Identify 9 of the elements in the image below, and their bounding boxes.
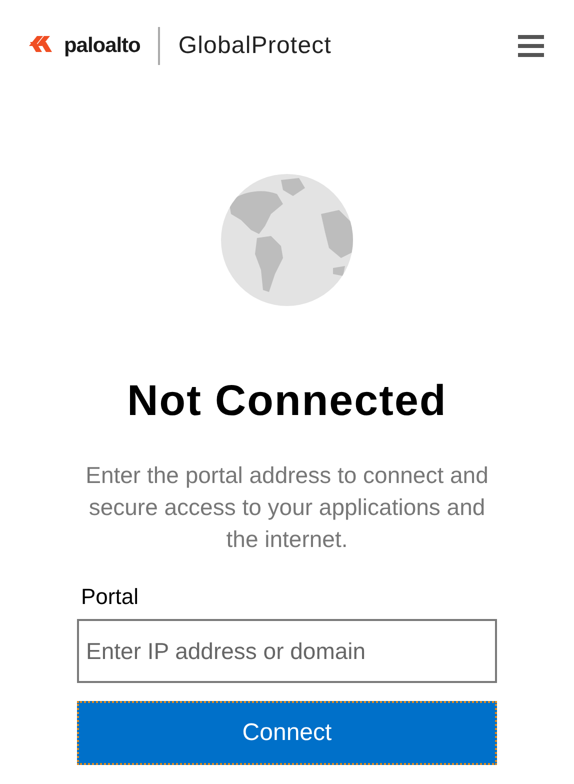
brand-name: paloalto bbox=[64, 33, 140, 60]
portal-label: Portal bbox=[81, 583, 140, 611]
status-title: Not Connected bbox=[126, 380, 448, 423]
globe-icon bbox=[221, 174, 353, 306]
connect-button[interactable]: Connect bbox=[77, 701, 497, 765]
menu-button[interactable] bbox=[518, 35, 544, 57]
product-name: GlobalProtect bbox=[178, 31, 332, 61]
status-message: Enter the portal address to connect and secure access to your applications and the internet. bbox=[84, 461, 490, 554]
portal-input[interactable]: Enter IP address or domain bbox=[77, 619, 497, 683]
